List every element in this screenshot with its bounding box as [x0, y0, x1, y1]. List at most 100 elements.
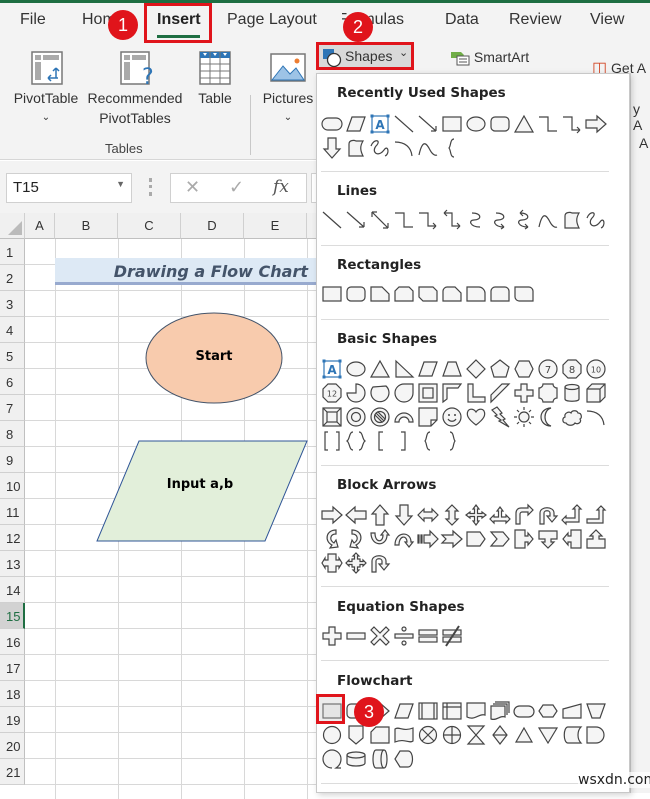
shape-pentagon-arrow-icon[interactable]: [464, 527, 488, 551]
shape-brackets-icon[interactable]: [320, 429, 344, 453]
shape-down-arrow-callout-icon[interactable]: [536, 527, 560, 551]
shape-parallelogram-icon[interactable]: [392, 699, 416, 723]
shape-up-down-arrow-icon[interactable]: [440, 503, 464, 527]
shape-plaque-icon[interactable]: [536, 381, 560, 405]
shape-left-right-arrow-icon[interactable]: [416, 503, 440, 527]
shape-bent-arrow-icon[interactable]: [512, 503, 536, 527]
shape-chevron-icon[interactable]: [488, 527, 512, 551]
shape-fc-merge-icon[interactable]: [536, 723, 560, 747]
shape-freeform-icon[interactable]: [560, 208, 584, 232]
shape-sun-icon[interactable]: [512, 405, 536, 429]
shape-elbow-arrow-icon[interactable]: [560, 112, 584, 136]
shape-rounded-rect-icon[interactable]: [488, 112, 512, 136]
shape-elbow-arrow-icon[interactable]: [416, 208, 440, 232]
shape-textbox-icon[interactable]: A: [368, 112, 392, 136]
shape-oval-icon[interactable]: [464, 112, 488, 136]
shape-bracket-left-icon[interactable]: [368, 429, 392, 453]
shape-left-right-arrow-callout-icon[interactable]: [320, 551, 344, 575]
shape-fc-internal-storage-icon[interactable]: [440, 699, 464, 723]
shape-right-arrow-icon[interactable]: [584, 112, 608, 136]
shape-snip-same-icon[interactable]: [392, 282, 416, 306]
shape-bevel-icon[interactable]: [320, 405, 344, 429]
shape-hexagon-icon[interactable]: [512, 357, 536, 381]
shape-block-arc-icon[interactable]: [392, 405, 416, 429]
shape-lightning-icon[interactable]: [488, 405, 512, 429]
shape-freeform-icon[interactable]: [344, 136, 368, 160]
shape-u-turn-arrow-icon[interactable]: [536, 503, 560, 527]
shape-multiply-icon[interactable]: [368, 624, 392, 648]
shape-diagonal-stripe-icon[interactable]: [488, 381, 512, 405]
shape-decagon-10-icon[interactable]: 10: [584, 357, 608, 381]
shape-curved-left-arrow-icon[interactable]: [344, 527, 368, 551]
tab-view[interactable]: View: [590, 11, 624, 29]
shape-curved-up-arrow-icon[interactable]: [368, 527, 392, 551]
shape-quad-arrow-callout-icon[interactable]: [344, 551, 368, 575]
shape-parallelogram-icon[interactable]: [344, 112, 368, 136]
shape-down-arrow-icon[interactable]: [392, 503, 416, 527]
shape-scribble-icon[interactable]: [584, 208, 608, 232]
shape-fc-direct-access-icon[interactable]: [368, 747, 392, 771]
shape-half-frame-icon[interactable]: [440, 381, 464, 405]
shape-fc-stored-data-icon[interactable]: [560, 723, 584, 747]
shape-round-single-icon[interactable]: [464, 282, 488, 306]
shape-brace-left-icon[interactable]: [440, 136, 464, 160]
shape-dodecagon-12-icon[interactable]: 12: [320, 381, 344, 405]
shape-fc-punched-tape-icon[interactable]: [392, 723, 416, 747]
shape-cloud-icon[interactable]: [560, 405, 584, 429]
shape-arrow-line-icon[interactable]: [416, 112, 440, 136]
shape-triangle-icon[interactable]: [512, 112, 536, 136]
shape-elbow-icon[interactable]: [392, 208, 416, 232]
shape-right-triangle-icon[interactable]: [392, 357, 416, 381]
shape-right-arrow-icon[interactable]: [320, 503, 344, 527]
shape-fc-magnetic-disk-icon[interactable]: [344, 747, 368, 771]
shape-notched-right-arrow-icon[interactable]: [440, 527, 464, 551]
shape-fc-summing-icon[interactable]: [416, 723, 440, 747]
shape-minus-icon[interactable]: [344, 624, 368, 648]
shape-arrow-line-icon[interactable]: [344, 208, 368, 232]
shape-cross-icon[interactable]: [512, 381, 536, 405]
shape-can-icon[interactable]: [560, 381, 584, 405]
shape-scribble-icon[interactable]: [368, 136, 392, 160]
shape-fc-manual-input-icon[interactable]: [560, 699, 584, 723]
shape-octagon-8-icon[interactable]: 8: [560, 357, 584, 381]
shape-rounded-rect-icon[interactable]: [344, 282, 368, 306]
tab-review[interactable]: Review: [509, 11, 561, 29]
shape-donut-icon[interactable]: [344, 405, 368, 429]
shape-fc-predefined-icon[interactable]: [416, 699, 440, 723]
shape-curve-icon[interactable]: [464, 208, 488, 232]
shape-round-same-icon[interactable]: [488, 282, 512, 306]
shape-fc-extract-icon[interactable]: [512, 723, 536, 747]
shape-up-arrow-icon[interactable]: [368, 503, 392, 527]
shape-curve-arrow-icon[interactable]: [488, 208, 512, 232]
shape-fc-terminator-icon[interactable]: [512, 699, 536, 723]
shape-fc-offpage-icon[interactable]: [344, 723, 368, 747]
shape-fc-multidocument-icon[interactable]: [488, 699, 512, 723]
shape-fc-sort-icon[interactable]: [488, 723, 512, 747]
shape-equal-icon[interactable]: [416, 624, 440, 648]
shape-cube-icon[interactable]: [584, 381, 608, 405]
smartart-button[interactable]: SmartArt: [450, 47, 540, 67]
shape-fc-collate-icon[interactable]: [464, 723, 488, 747]
shape-brace-left-icon[interactable]: [416, 429, 440, 453]
shape-line-icon[interactable]: [392, 112, 416, 136]
shape-double-arrow-line-icon[interactable]: [368, 208, 392, 232]
shape-bent-up-arrow-icon[interactable]: [584, 503, 608, 527]
shape-textbox-icon[interactable]: A: [320, 357, 344, 381]
shape-curved-down-arrow-icon[interactable]: [392, 527, 416, 551]
shape-up-arrow-callout-icon[interactable]: [584, 527, 608, 551]
shape-right-arrow-callout-icon[interactable]: [512, 527, 536, 551]
tab-data[interactable]: Data: [445, 11, 479, 29]
shape-fc-or-icon[interactable]: [440, 723, 464, 747]
shape-arc-icon[interactable]: [392, 136, 416, 160]
shape-striped-right-arrow-icon[interactable]: [416, 527, 440, 551]
shape-trapezoid-icon[interactable]: [440, 357, 464, 381]
shape-fc-manual-operation-icon[interactable]: [584, 699, 608, 723]
shape-not-equal-icon[interactable]: [440, 624, 464, 648]
shape-no-symbol-icon[interactable]: [368, 405, 392, 429]
shape-round-diag-icon[interactable]: [512, 282, 536, 306]
shape-bracket-right-icon[interactable]: [392, 429, 416, 453]
shape-frame-icon[interactable]: [416, 381, 440, 405]
shape-curved-right-arrow-icon[interactable]: [320, 527, 344, 551]
shape-diamond-icon[interactable]: [464, 357, 488, 381]
shape-left-right-up-arrow-icon[interactable]: [488, 503, 512, 527]
